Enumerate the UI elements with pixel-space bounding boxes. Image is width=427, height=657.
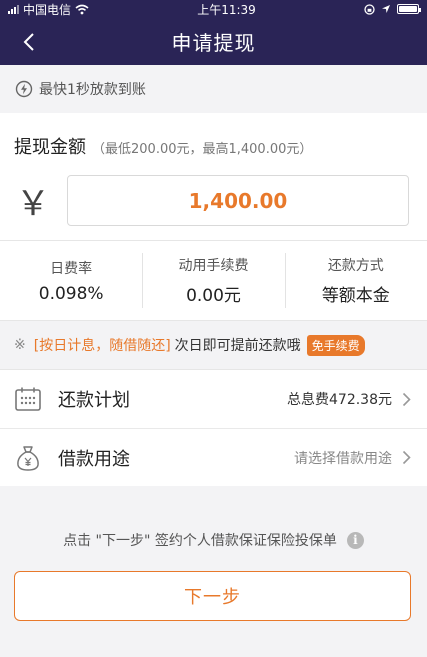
amount-range: （最低200.00元，最高1,400.00元）	[92, 142, 313, 157]
currency-symbol: ￥	[16, 184, 50, 224]
fee-label: 日费率	[50, 260, 93, 277]
fee-daily-rate: 日费率 0.098%	[0, 241, 142, 320]
wifi-icon	[75, 4, 89, 14]
chevron-right-icon	[402, 450, 411, 465]
fee-label: 动用手续费	[178, 258, 249, 274]
fee-value: 0.00元	[186, 286, 241, 306]
back-button[interactable]	[22, 18, 36, 65]
calendar-icon	[15, 387, 41, 411]
fee-repayment-method: 还款方式 等额本金	[284, 241, 427, 320]
fee-value: 0.098%	[38, 283, 104, 304]
amount-input[interactable]: 1,400.00	[67, 175, 409, 226]
repayment-plan-label: 还款计划	[58, 390, 130, 411]
loan-purpose-row[interactable]: 借款用途 请选择借款用途	[0, 428, 427, 486]
agreement-text: 点击 "下一步" 签约个人借款保证保险投保单	[63, 533, 337, 549]
carrier-label: 中国电信	[23, 2, 72, 17]
fee-value: 等额本金	[321, 286, 390, 306]
money-bag-icon	[17, 445, 39, 471]
status-bar: 中国电信 上午11:39	[0, 0, 427, 18]
amount-title: 提现金额	[14, 137, 86, 158]
signal-icon	[8, 4, 19, 14]
amount-section: 提现金额 （最低200.00元，最高1,400.00元） ￥ 1,400.00	[0, 113, 427, 241]
speed-notice: 最快1秒放款到账	[0, 65, 427, 113]
promo-text: 次日即可提前还款哦	[174, 338, 301, 354]
loan-purpose-label: 借款用途	[58, 448, 130, 470]
back-chevron-icon	[23, 32, 34, 51]
lightning-icon	[15, 80, 33, 98]
loan-purpose-select[interactable]: 请选择借款用途	[294, 448, 392, 468]
fee-label: 还款方式	[327, 258, 384, 274]
status-left: 中国电信	[8, 1, 89, 18]
lock-rotation-icon	[364, 3, 375, 15]
battery-icon	[396, 4, 421, 14]
loan-options: 还款计划 总息费472.38元 借款用途 请选择借款用途	[0, 369, 427, 486]
reference-mark: ※	[14, 337, 26, 353]
fee-handling: 动用手续费 0.00元	[142, 241, 284, 320]
chevron-right-icon	[402, 392, 411, 406]
status-time: 上午11:39	[197, 2, 256, 17]
promo-banner: ※ [按日计息，随借随还] 次日即可提前还款哦 免手续费	[0, 321, 427, 369]
page-title: 申请提现	[171, 31, 256, 55]
repayment-plan-row[interactable]: 还款计划 总息费472.38元	[0, 370, 427, 428]
location-arrow-icon	[381, 5, 390, 13]
notice-text: 最快1秒放款到账	[39, 82, 146, 98]
amount-row: ￥ 1,400.00	[14, 175, 413, 226]
next-step-button[interactable]: 下一步	[14, 571, 411, 621]
promo-tag: 免手续费	[306, 334, 365, 356]
total-interest-value: 总息费472.38元	[287, 392, 392, 408]
fee-summary: 日费率 0.098% 动用手续费 0.00元 还款方式 等额本金	[0, 241, 427, 321]
promo-highlight: [按日计息，随借随还]	[33, 338, 171, 354]
nav-bar: 申请提现	[0, 18, 427, 65]
info-icon[interactable]: i	[346, 531, 364, 549]
agreement-note: 点击 "下一步" 签约个人借款保证保险投保单 i	[0, 530, 427, 550]
amount-header: 提现金额 （最低200.00元，最高1,400.00元）	[14, 133, 413, 159]
status-right	[364, 3, 421, 15]
